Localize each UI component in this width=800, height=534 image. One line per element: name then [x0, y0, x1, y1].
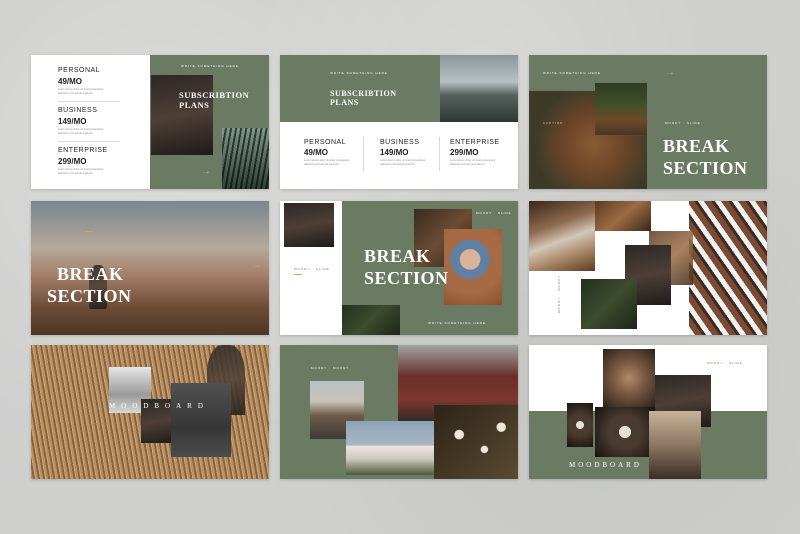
- arrow-right-icon[interactable]: →: [201, 167, 211, 177]
- plan-price: 49/MO: [304, 148, 329, 157]
- title-line: BREAK: [57, 264, 124, 284]
- tagline: WRITE SOMETHING HERE: [181, 64, 239, 68]
- photo-horse: [595, 83, 647, 135]
- gold-dash: [294, 274, 302, 275]
- title-line: SECTION: [364, 268, 449, 288]
- slide-title: BREAK SECTION: [663, 137, 748, 177]
- slide-moodboard-houses[interactable]: MOODY · MOODY: [280, 345, 518, 479]
- plan-price: 49/MO: [58, 77, 83, 86]
- photo-forest-dark: [581, 279, 637, 329]
- plan-price: 149/MO: [58, 117, 87, 126]
- divider: [363, 137, 364, 171]
- plan-description: Lorem ipsum dolor sit amet consectetur a…: [58, 128, 104, 135]
- photo-bw-woman: [171, 383, 231, 457]
- gold-dash: [85, 231, 93, 232]
- photo-woman-forest: [151, 75, 213, 155]
- plan-business: BUSINESS 149/MO Lorem ipsum dolor sit am…: [380, 139, 430, 166]
- tagline: WRITE SOMETHING HERE: [330, 71, 388, 75]
- tagline: WRITE SOMETHING HERE: [543, 71, 601, 75]
- plan-description: Lorem ipsum dolor sit amet consectetur a…: [450, 159, 496, 166]
- caption: CAPTION: [543, 121, 564, 125]
- slide-title: SUBSCRIBTION PLANS: [330, 90, 396, 107]
- slide-subscription-plans-columns[interactable]: WRITE SOMETHING HERE SUBSCRIBTION PLANS …: [280, 55, 518, 189]
- divider: [58, 101, 120, 102]
- plan-description: Lorem ipsum dolor sit amet consectetur a…: [304, 159, 350, 166]
- photo-white-flowers: [434, 405, 518, 479]
- plan-description: Lorem ipsum dolor sit amet consectetur a…: [380, 159, 426, 166]
- divider: [58, 141, 120, 142]
- plan-business: BUSINESS 149/MO Lorem ipsum dolor sit am…: [58, 107, 110, 135]
- photo-brown-texture: [595, 201, 651, 231]
- plan-name: BUSINESS: [58, 107, 98, 114]
- title-line: SUBSCRIBTION: [179, 90, 250, 100]
- plan-enterprise: ENTERPRISE 299/MO Lorem ipsum dolor sit …: [450, 139, 500, 166]
- plan-name: BUSINESS: [380, 139, 420, 146]
- photo-striped-mountains: [689, 201, 767, 335]
- tagline: MOODY · MOODY: [311, 366, 350, 370]
- plan-name: ENTERPRISE: [58, 147, 108, 154]
- title-line: SECTION: [663, 158, 748, 178]
- slide-title: MOODBOARD: [109, 402, 209, 410]
- slide-break-section-collage[interactable]: MOODY · SLIDE MOODY · SLIDE BREAK SECTIO…: [280, 201, 518, 335]
- title-line: SUBSCRIBTION: [330, 89, 397, 98]
- vertical-label: MOODY · MOODY: [557, 274, 561, 313]
- slide-title: MOODBOARD: [569, 461, 642, 469]
- photo-white-flowers-dark: [567, 403, 593, 447]
- tagline: MOODY · SLIDE: [707, 361, 743, 365]
- tagline-top: MOODY · SLIDE: [476, 211, 512, 215]
- plan-personal: PERSONAL 49/MO Lorem ipsum dolor sit ame…: [304, 139, 354, 166]
- photo-woman-blue-hair: [444, 229, 502, 305]
- small-label: MOODY · SLIDE: [294, 267, 330, 271]
- plan-price: 299/MO: [450, 148, 479, 157]
- slide-title: BREAK SECTION: [364, 247, 449, 287]
- plan-price: 299/MO: [58, 157, 87, 166]
- slide-title: BREAK SECTION: [47, 265, 132, 305]
- slide-subscription-plans-list[interactable]: PERSONAL 49/MO Lorem ipsum dolor sit ame…: [31, 55, 269, 189]
- photo-white-house: [346, 421, 434, 475]
- photo-man-sunlight: [649, 411, 701, 479]
- title-line: SECTION: [47, 286, 132, 306]
- slide-title: SUBSCRIBTION PLANS: [179, 91, 249, 109]
- title-line: PLANS: [330, 98, 359, 107]
- plan-name: PERSONAL: [304, 139, 347, 146]
- photo-woman-top-left: [284, 203, 334, 247]
- plan-price: 149/MO: [380, 148, 409, 157]
- photo-lake-dock: [440, 55, 518, 122]
- divider: [439, 137, 440, 171]
- plan-enterprise: ENTERPRISE 299/MO Lorem ipsum dolor sit …: [58, 147, 110, 175]
- photo-green-foliage: [342, 305, 400, 335]
- slide-break-section-desert[interactable]: BREAK SECTION →: [31, 201, 269, 335]
- plan-description: Lorem ipsum dolor sit amet consectetur a…: [58, 88, 104, 95]
- small-label: MOODY · SLIDE: [665, 121, 701, 125]
- photo-flower-closeup: [595, 407, 655, 457]
- tagline-bottom: WRITE SOMETHING HERE: [428, 321, 486, 325]
- slide-moodboard-final[interactable]: MOODY · SLIDE MOODBOARD: [529, 345, 767, 479]
- photo-beach: [529, 201, 595, 271]
- photo-bare-shoulders: [603, 349, 655, 407]
- photo-greenhouse: [222, 128, 269, 189]
- plan-personal: PERSONAL 49/MO Lorem ipsum dolor sit ame…: [58, 67, 110, 95]
- title-line: BREAK: [364, 246, 431, 266]
- title-line: BREAK: [663, 136, 730, 156]
- plan-name: PERSONAL: [58, 67, 101, 74]
- arrow-right-icon[interactable]: →: [251, 261, 261, 271]
- slide-moodboard-wheat[interactable]: MOODBOARD: [31, 345, 269, 479]
- slide-break-section-animals[interactable]: WRITE SOMETHING HERE → MOODY · SLIDE CAP…: [529, 55, 767, 189]
- arrow-right-icon[interactable]: →: [665, 68, 675, 78]
- plan-description: Lorem ipsum dolor sit amet consectetur a…: [58, 168, 104, 175]
- title-line: PLANS: [179, 99, 210, 110]
- slide-moodboard-collage-1[interactable]: MOODY · MOODY: [529, 201, 767, 335]
- plan-name: ENTERPRISE: [450, 139, 500, 146]
